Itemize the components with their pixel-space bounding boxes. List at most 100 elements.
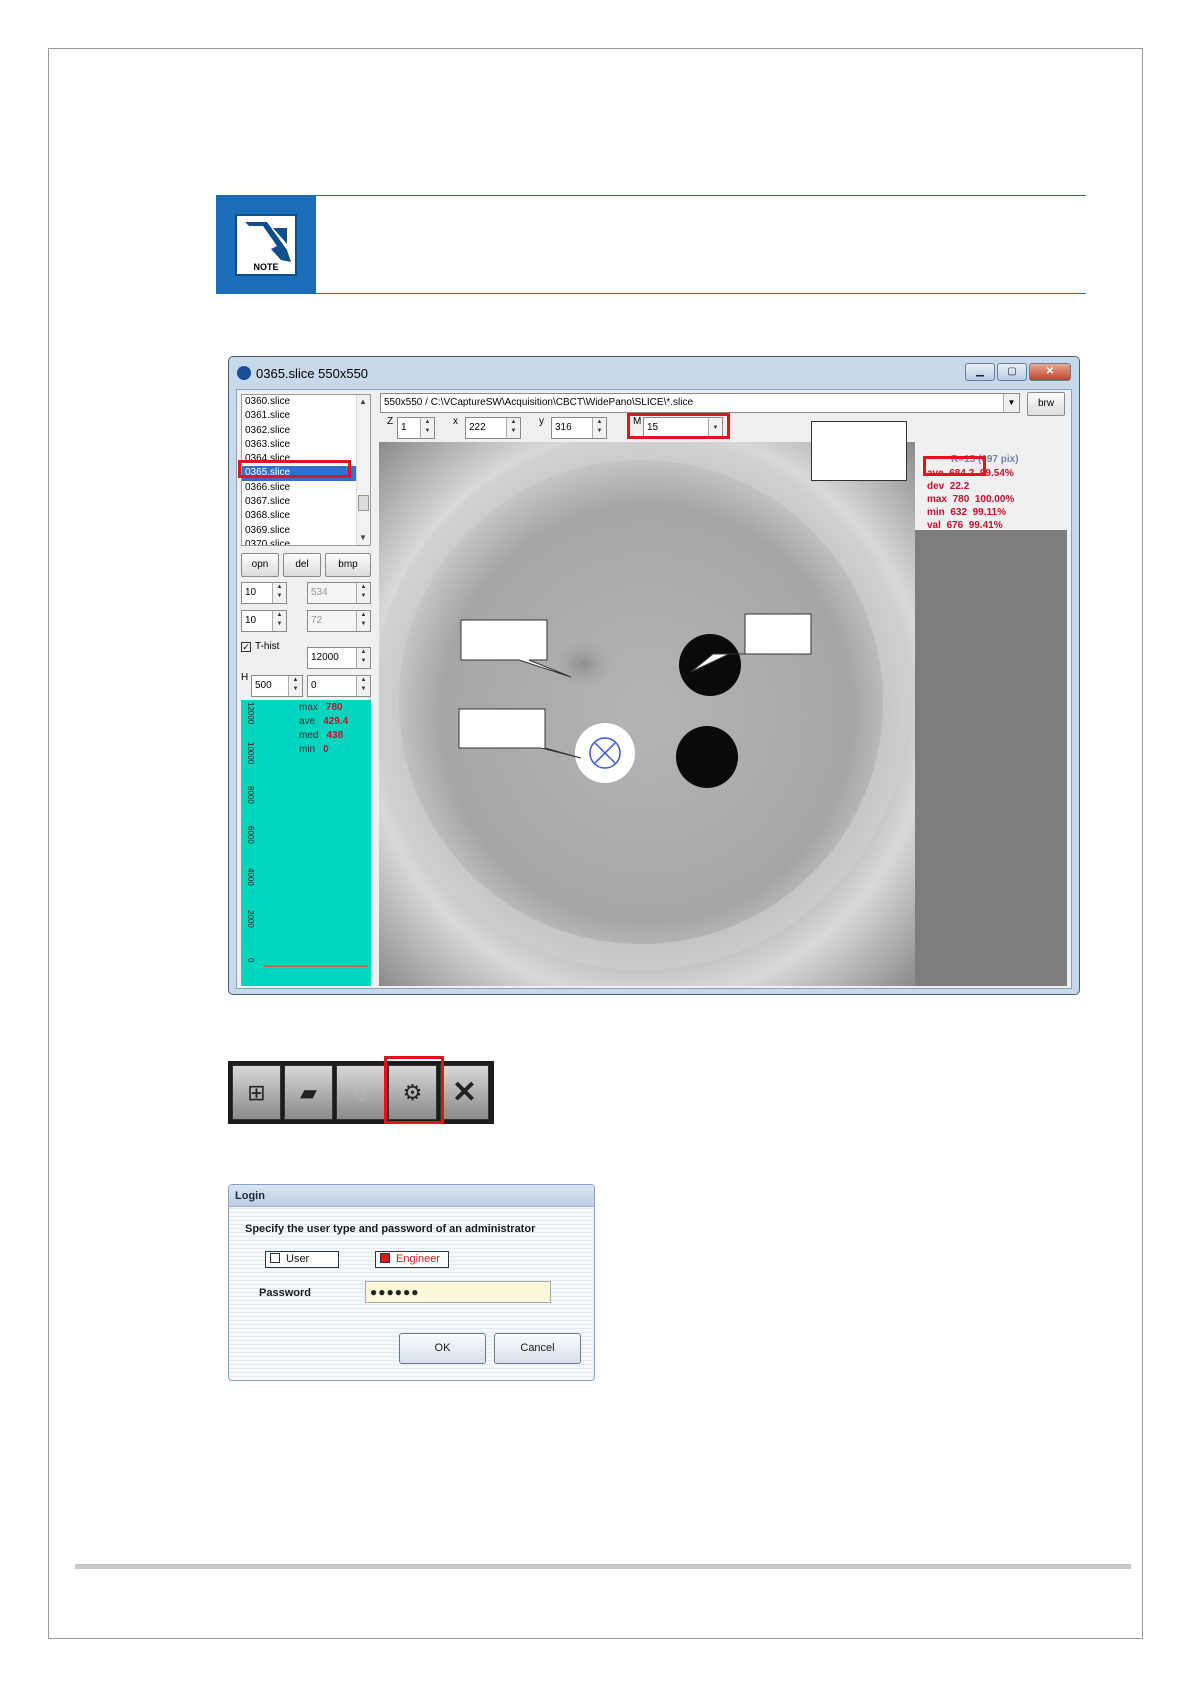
stat-value: 429.4: [323, 716, 349, 727]
user-option[interactable]: User: [265, 1251, 339, 1268]
spin-arrows-icon[interactable]: ▲ ▼: [506, 418, 520, 438]
list-item[interactable]: 0367.slice: [242, 495, 370, 509]
m-dropdown-highlight: [627, 413, 730, 439]
selected-file-highlight: [238, 460, 351, 478]
open-button[interactable]: opn: [241, 553, 279, 577]
roi-pct: 99.11%: [972, 507, 1006, 518]
bitmap-button[interactable]: bmp: [325, 553, 371, 577]
spinner-value: 10: [245, 615, 257, 626]
histogram-curve: [263, 965, 368, 967]
spin-arrows-icon[interactable]: ▲ ▼: [272, 611, 286, 631]
footer-rule: [75, 1564, 1131, 1569]
spinner-b1[interactable]: 10 ▲ ▼: [241, 610, 287, 632]
histogram-stat: max 780: [299, 702, 369, 713]
spinner-value: 72: [311, 615, 323, 626]
histogram-tick: 8000: [246, 786, 255, 804]
ave-value-highlight: [923, 456, 986, 476]
t-hist-label: T-hist: [255, 641, 280, 652]
engineer-option[interactable]: Engineer: [375, 1251, 449, 1268]
checkbox-checked-icon[interactable]: [380, 1253, 390, 1263]
stat-key: max: [299, 702, 318, 713]
t-hist-value-spinner[interactable]: 12000 ▲ ▼: [307, 647, 371, 669]
password-field[interactable]: ●●●●●●: [365, 1281, 551, 1303]
roi-stat-row: dev 22.2: [927, 481, 969, 492]
z-spinner[interactable]: 1 ▲ ▼: [397, 417, 435, 439]
path-combobox[interactable]: 550x550 / C:\VCaptureSW\Acquisition\CBCT…: [380, 393, 1020, 413]
list-item[interactable]: 0369.slice: [242, 524, 370, 538]
list-scrollbar[interactable]: ▲ ▼: [356, 395, 370, 545]
x-spinner[interactable]: 222 ▲ ▼: [465, 417, 521, 439]
checkmark-icon[interactable]: ✓: [241, 642, 251, 652]
y-spinner[interactable]: 316 ▲ ▼: [551, 417, 607, 439]
spinner-value: 10: [245, 587, 257, 598]
close-window-button[interactable]: ✕: [1029, 363, 1071, 381]
spinner-a1[interactable]: 10 ▲ ▼: [241, 582, 287, 604]
h-spinner[interactable]: 500 ▲ ▼: [251, 675, 303, 697]
ok-button[interactable]: OK: [399, 1333, 486, 1364]
scroll-thumb[interactable]: [358, 495, 369, 511]
app-icon: [237, 366, 251, 380]
scroll-down-icon[interactable]: ▼: [359, 533, 367, 542]
gray-side-panel: [915, 530, 1067, 986]
spin-arrows-icon[interactable]: ▲ ▼: [592, 418, 606, 438]
spinner-b2[interactable]: 72 ▲ ▼: [307, 610, 371, 632]
add-module-icon[interactable]: ⊞: [232, 1065, 281, 1120]
roi-value: 676: [946, 520, 964, 531]
roi-stat-row: val 676 99.41%: [927, 520, 1003, 531]
close-x-icon[interactable]: ✕: [440, 1065, 489, 1120]
stat-key: ave: [299, 716, 316, 727]
histogram-stat: med 438: [299, 730, 369, 741]
spinner-value: 12000: [311, 652, 339, 663]
browse-button[interactable]: brw: [1027, 392, 1065, 416]
x-label: x: [453, 416, 458, 427]
minimize-button[interactable]: ▁: [965, 363, 995, 381]
histogram-tick: 10000: [246, 742, 255, 765]
histogram-stat: ave 429.4: [299, 716, 369, 727]
login-dialog: Login Specify the user type and password…: [228, 1184, 595, 1381]
cancel-button[interactable]: Cancel: [494, 1333, 581, 1364]
maximize-button[interactable]: ▢: [997, 363, 1027, 381]
z-label: Z: [387, 416, 394, 427]
spin-arrows-icon[interactable]: ▲ ▼: [288, 676, 302, 696]
ct-slice-viewport[interactable]: [379, 442, 915, 986]
list-item[interactable]: 0368.slice: [242, 509, 370, 523]
path-value: 550x550 / C:\VCaptureSW\Acquisition\CBCT…: [384, 397, 694, 408]
roi-stat-row: min 632 99.11%: [927, 507, 1006, 518]
histogram-tick: 0: [246, 958, 255, 963]
password-label: Password: [259, 1287, 311, 1299]
list-item[interactable]: 0366.slice: [242, 481, 370, 495]
histogram-tick: 2000: [246, 910, 255, 928]
spin-arrows-icon[interactable]: ▲ ▼: [420, 418, 434, 438]
spinner-value: 0: [311, 680, 317, 691]
layers-icon[interactable]: ▰: [284, 1065, 333, 1120]
list-item[interactable]: 0360.slice: [242, 395, 370, 409]
list-item[interactable]: 0361.slice: [242, 409, 370, 423]
stat-value: 780: [325, 702, 343, 713]
histogram-stat: min 0: [299, 744, 369, 755]
spin-arrows-icon[interactable]: ▲ ▼: [356, 676, 370, 696]
roi-pct: 99.41%: [968, 520, 1003, 531]
roi-value: 780: [952, 494, 970, 505]
window-controls: ▁ ▢ ✕: [965, 363, 1071, 381]
h2-spinner[interactable]: 0 ▲ ▼: [307, 675, 371, 697]
t-hist-checkbox[interactable]: ✓ T-hist: [241, 641, 279, 652]
spin-arrows-icon[interactable]: ▲ ▼: [356, 648, 370, 668]
spin-arrows-icon[interactable]: ▲ ▼: [356, 611, 370, 631]
chevron-down-icon[interactable]: ▼: [1003, 394, 1019, 412]
note-bottom-rule: [216, 293, 1086, 294]
delete-button[interactable]: del: [283, 553, 321, 577]
spin-arrows-icon[interactable]: ▲ ▼: [356, 583, 370, 603]
spin-arrows-icon[interactable]: ▲ ▼: [272, 583, 286, 603]
checkbox-icon[interactable]: [270, 1253, 280, 1263]
lightbulb-icon[interactable]: ☼: [336, 1065, 385, 1120]
histogram-tick: 12000: [246, 702, 255, 725]
settings-button-highlight: [384, 1056, 444, 1124]
client-area: 0360.slice 0361.slice 0362.slice 0363.sl…: [236, 389, 1072, 989]
spinner-value: 316: [555, 422, 572, 433]
list-item[interactable]: 0370.slice: [242, 538, 370, 545]
list-item[interactable]: 0362.slice: [242, 424, 370, 438]
y-label: y: [539, 416, 544, 427]
scroll-up-icon[interactable]: ▲: [359, 397, 367, 406]
list-item[interactable]: 0363.slice: [242, 438, 370, 452]
spinner-a2[interactable]: 534 ▲ ▼: [307, 582, 371, 604]
